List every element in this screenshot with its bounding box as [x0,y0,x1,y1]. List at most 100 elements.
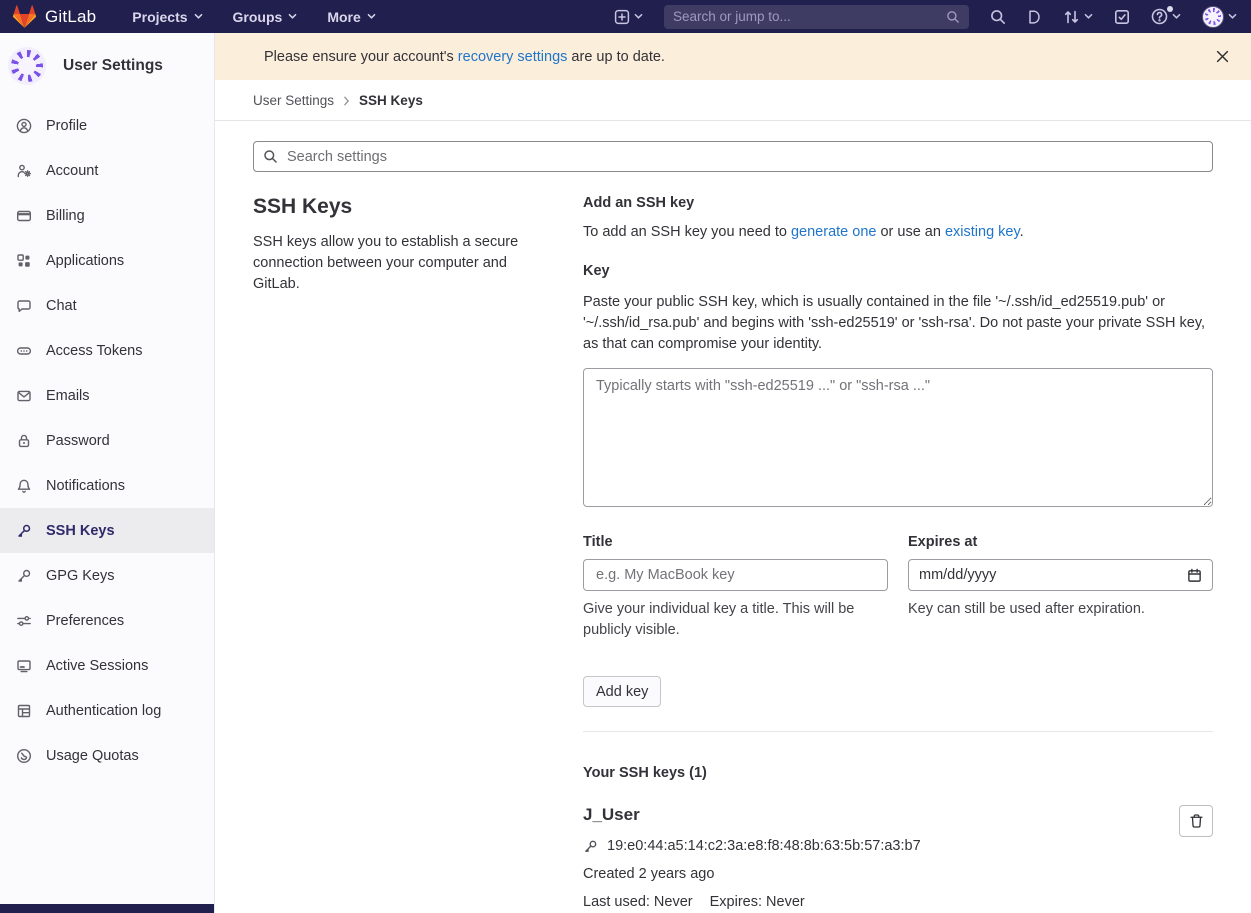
chevron-down-icon [1084,13,1093,20]
log-icon [16,703,32,719]
top-navbar: GitLab Projects Groups More [0,0,1251,33]
ssh-key-details: J_User 19:e0:44:a5:14:c2:3a:e8:f8:48:8b:… [583,805,1179,910]
help-button[interactable] [1151,8,1181,25]
account-icon [16,163,32,179]
title-field-group: Title Give your individual key a title. … [583,534,888,641]
add-key-intro: To add an SSH key you need to generate o… [583,224,1213,240]
sidebar-item-ssh-keys[interactable]: SSH Keys [0,508,214,553]
sidebar-item-preferences[interactable]: Preferences [0,598,214,643]
billing-icon [16,208,32,224]
section-divider [583,731,1213,732]
tanuki-icon [12,5,37,29]
breadcrumb-parent[interactable]: User Settings [253,93,334,108]
sidebar-item-notifications[interactable]: Notifications [0,463,214,508]
expires-date-input[interactable]: mm/dd/yyyy [908,559,1213,591]
ssh-key-expires: Expires: Never [710,894,805,910]
sliders-icon [16,613,32,629]
ssh-key-form-column: Add an SSH key To add an SSH key you nee… [583,195,1213,910]
main-content: Please ensure your account's recovery se… [215,33,1251,913]
sidebar-item-chat[interactable]: Chat [0,283,214,328]
applications-icon [16,253,32,269]
sidebar-item-billing[interactable]: Billing [0,193,214,238]
menu-projects[interactable]: Projects [122,5,212,29]
sidebar-footer-bar [0,904,214,913]
sidebar-item-gpg-keys[interactable]: GPG Keys [0,553,214,598]
date-value: mm/dd/yyyy [919,567,1187,583]
global-search-input[interactable] [673,9,938,24]
help-question-icon [1151,8,1168,25]
add-key-heading: Add an SSH key [583,195,1213,211]
sidebar-item-usage-quotas[interactable]: Usage Quotas [0,733,214,778]
sidebar-title: User Settings [63,57,163,75]
settings-sidebar: User Settings Profile Account Billing [0,33,215,913]
sidebar-item-applications[interactable]: Applications [0,238,214,283]
title-input[interactable] [583,559,888,591]
recovery-settings-link[interactable]: recovery settings [458,49,568,65]
close-icon [1216,50,1229,63]
ssh-key-name[interactable]: J_User [583,805,1179,825]
issues-button[interactable] [1027,9,1042,25]
user-menu-button[interactable] [1202,6,1237,28]
profile-icon [16,118,32,134]
settings-nav: Profile Account Billing Applications [0,103,214,904]
search-button[interactable] [990,9,1006,25]
menu-more[interactable]: More [317,5,385,29]
add-key-button[interactable]: Add key [583,676,661,707]
existing-key-link[interactable]: existing key [945,224,1020,240]
expires-field-label: Expires at [908,534,1213,550]
search-icon [263,149,278,164]
title-field-help: Give your individual key a title. This w… [583,599,888,641]
page-description: SSH keys allow you to establish a secure… [253,232,553,295]
sidebar-header: User Settings [0,33,214,97]
user-avatar [8,47,46,85]
sidebar-item-active-sessions[interactable]: Active Sessions [0,643,214,688]
chevron-down-icon [194,13,203,20]
section-intro: SSH Keys SSH keys allow you to establish… [253,195,553,295]
merge-request-icon [1063,9,1080,25]
ssh-key-last-used: Last used: Never [583,894,693,910]
email-icon [16,388,32,404]
sidebar-item-password[interactable]: Password [0,418,214,463]
user-avatar [1202,6,1224,28]
title-field-label: Title [583,534,888,550]
trash-icon [1189,813,1204,829]
sidebar-item-emails[interactable]: Emails [0,373,214,418]
alert-close-button[interactable] [1210,44,1235,69]
page-title: SSH Keys [253,195,553,219]
plus-square-icon [614,9,630,25]
gitlab-logo[interactable]: GitLab [12,5,96,29]
sidebar-item-profile[interactable]: Profile [0,103,214,148]
chevron-down-icon [634,13,643,20]
search-settings-input[interactable] [253,141,1213,172]
breadcrumb: User Settings SSH Keys [215,80,1251,121]
main-menu: Projects Groups More [122,5,385,29]
chevron-down-icon [288,13,297,20]
ssh-key-created: Created 2 years ago [583,866,1179,882]
chevron-down-icon [1172,13,1181,20]
delete-key-button[interactable] [1179,805,1213,837]
search-icon [990,9,1006,25]
sidebar-item-access-tokens[interactable]: Access Tokens [0,328,214,373]
generate-one-link[interactable]: generate one [791,224,876,240]
merge-requests-button[interactable] [1063,9,1093,25]
alert-text: Please ensure your account's recovery se… [264,49,665,65]
bell-icon [16,478,32,494]
menu-groups[interactable]: Groups [223,5,308,29]
key-field-label: Key [583,263,1213,279]
sidebar-item-account[interactable]: Account [0,148,214,193]
new-menu-button[interactable] [614,9,643,25]
lock-icon [16,433,32,449]
search-icon [946,10,960,24]
your-ssh-keys-heading: Your SSH keys (1) [583,765,1213,781]
notification-dot [1167,6,1173,12]
chevron-right-icon [343,96,350,106]
calendar-icon[interactable] [1187,568,1202,583]
sidebar-item-authentication-log[interactable]: Authentication log [0,688,214,733]
issues-icon [1027,9,1042,25]
todos-button[interactable] [1114,9,1130,25]
todo-check-icon [1114,9,1130,25]
ssh-key-textarea[interactable] [583,368,1213,507]
global-search[interactable] [664,5,969,29]
ssh-key-list-item: J_User 19:e0:44:a5:14:c2:3a:e8:f8:48:8b:… [583,805,1213,910]
key-icon [583,839,598,854]
